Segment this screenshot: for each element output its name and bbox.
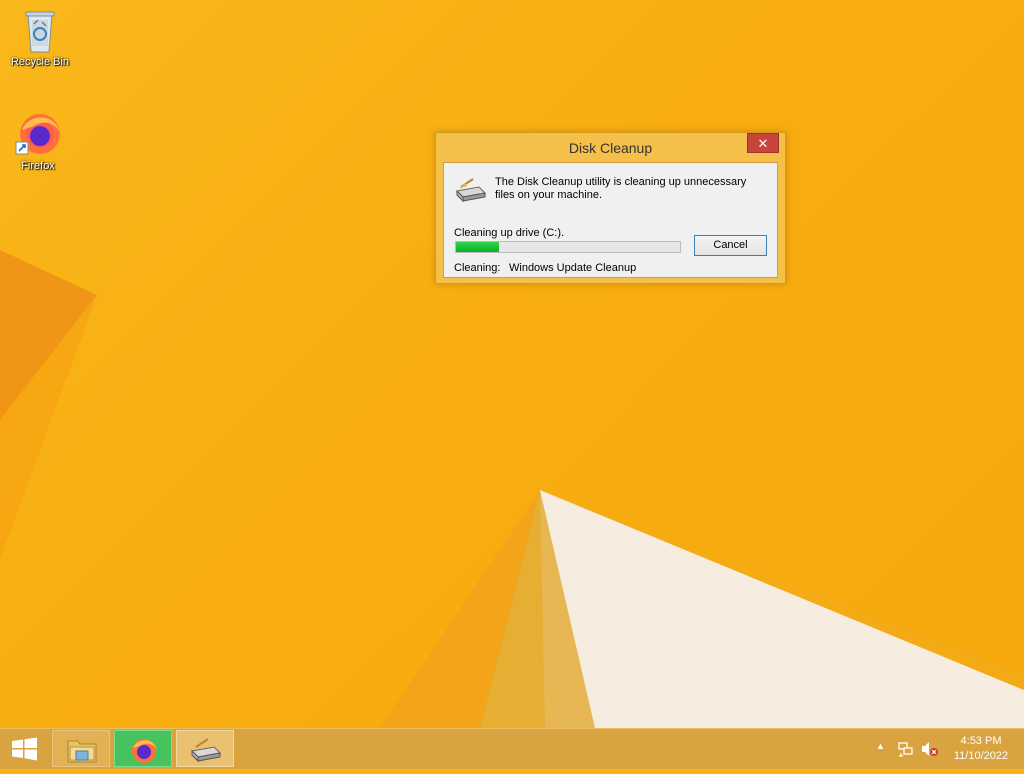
desktop-icon-firefox[interactable]: Firefox	[0, 110, 76, 172]
dialog-titlebar[interactable]: Disk Cleanup ✕	[436, 133, 785, 162]
dialog-body: The Disk Cleanup utility is cleaning up …	[443, 162, 778, 278]
progress-fill	[456, 242, 499, 252]
taskbar: ▲ 4:53 PM 11/10/2022	[0, 728, 1024, 769]
close-button[interactable]: ✕	[747, 133, 779, 153]
disk-cleanup-dialog: Disk Cleanup ✕ The Disk Cleanup utility …	[435, 132, 786, 284]
taskbar-firefox-button[interactable]	[114, 730, 172, 767]
wallpaper	[0, 250, 1024, 728]
start-button[interactable]	[0, 729, 48, 769]
volume-muted-icon[interactable]	[921, 741, 939, 757]
disk-cleanup-icon	[455, 178, 487, 203]
desktop: Recycle Bin Firefox	[0, 0, 1024, 728]
desktop-icon-label: Recycle Bin	[10, 56, 70, 68]
taskbar-file-explorer-button[interactable]	[52, 730, 110, 767]
dialog-title: Disk Cleanup	[568, 140, 653, 156]
desktop-icon-label: Firefox	[21, 160, 55, 172]
clock-time: 4:53 PM	[960, 735, 1002, 747]
drive-status-text: Cleaning up drive (C:).	[454, 227, 565, 239]
cleaning-label: Cleaning:	[454, 262, 501, 274]
clock-date: 11/10/2022	[953, 750, 1009, 762]
taskbar-disk-cleanup-button[interactable]	[176, 730, 234, 767]
recycle-bin-icon	[25, 11, 55, 53]
cleaning-item-text: Windows Update Cleanup	[509, 262, 637, 274]
firefox-icon	[15, 114, 60, 155]
firefox-icon	[132, 739, 157, 763]
desktop-icon-recycle-bin[interactable]: Recycle Bin	[2, 6, 78, 68]
network-icon[interactable]	[898, 741, 914, 757]
show-hidden-icons-button[interactable]: ▲	[876, 741, 885, 751]
cancel-button[interactable]: Cancel	[694, 235, 767, 256]
file-explorer-icon	[67, 740, 97, 763]
system-clock[interactable]: 4:53 PM 11/10/2022	[948, 734, 1014, 764]
windows-logo-icon	[12, 737, 37, 761]
dialog-message: The Disk Cleanup utility is cleaning up …	[495, 176, 747, 201]
cleanup-progress-bar	[455, 241, 681, 253]
disk-cleanup-icon	[190, 738, 222, 763]
